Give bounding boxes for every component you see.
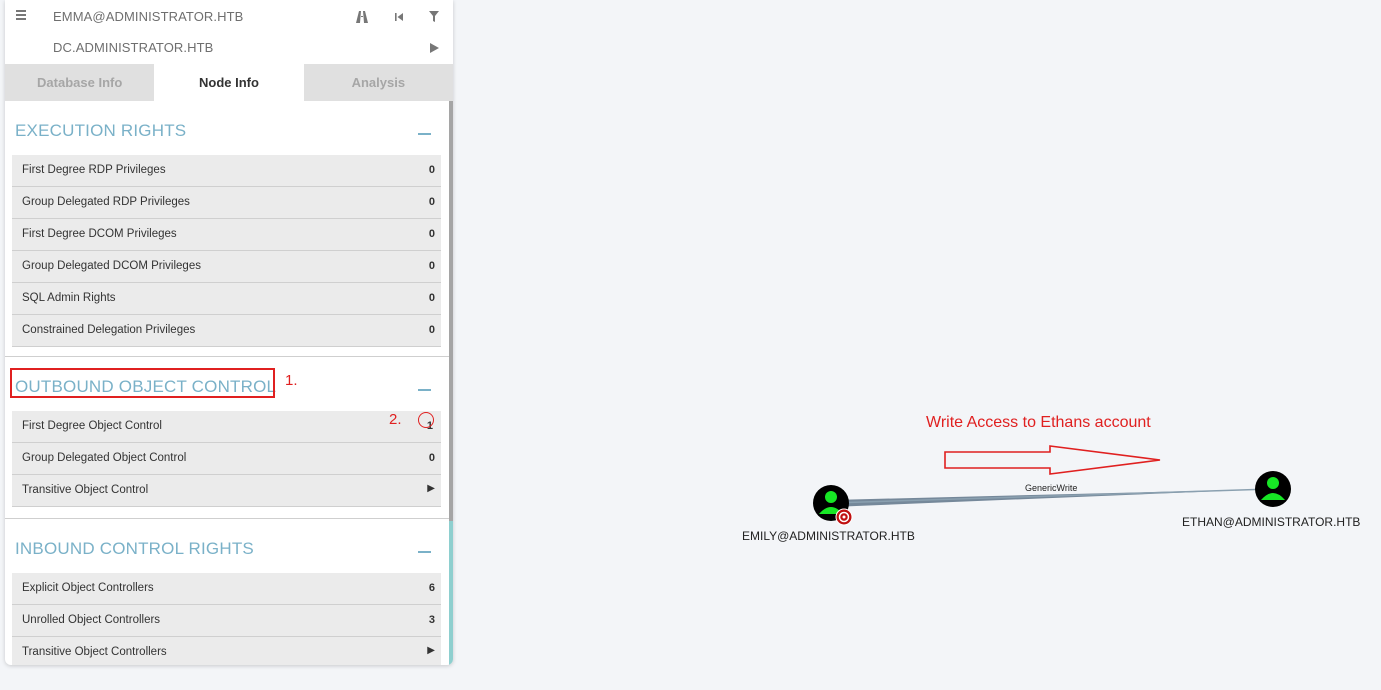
node-label-emily: EMILY@ADMINISTRATOR.HTB	[742, 529, 915, 543]
row-transitive-object-control[interactable]: Transitive Object Control ▶	[12, 475, 441, 507]
section-header-execution[interactable]: EXECUTION RIGHTS	[5, 107, 445, 155]
row-count: 6	[428, 582, 435, 594]
row-count: 3	[428, 614, 435, 626]
row-explicit-object-controllers[interactable]: Explicit Object Controllers 6	[12, 573, 441, 605]
row-constrained-delegation[interactable]: Constrained Delegation Privileges 0	[12, 315, 441, 347]
tab-node-info[interactable]: Node Info	[154, 64, 304, 101]
row-label: First Degree Object Control	[22, 420, 162, 432]
expand-arrow-icon[interactable]: ▶	[427, 483, 435, 494]
node-info-content[interactable]: EXECUTION RIGHTS First Degree RDP Privil…	[5, 101, 453, 665]
row-group-delegated-rdp[interactable]: Group Delegated RDP Privileges 0	[12, 187, 441, 219]
annotation-highlight-box	[10, 368, 275, 398]
tab-analysis[interactable]: Analysis	[303, 64, 453, 101]
edge-label: GenericWrite	[1025, 483, 1078, 493]
row-count: 0	[428, 260, 435, 272]
section-inbound-control-rights: INBOUND CONTROL RIGHTS Explicit Object C…	[5, 525, 445, 665]
row-unrolled-object-controllers[interactable]: Unrolled Object Controllers 3	[12, 605, 441, 637]
section-title: EXECUTION RIGHTS	[15, 121, 187, 140]
back-icon[interactable]	[390, 0, 408, 33]
section-divider	[5, 518, 453, 519]
menu-icon[interactable]	[16, 10, 26, 20]
target-icon	[835, 508, 853, 526]
collapse-icon[interactable]	[418, 389, 431, 391]
row-label: Group Delegated Object Control	[22, 452, 187, 464]
row-count: 0	[428, 228, 435, 240]
expand-arrow-icon[interactable]: ▶	[427, 645, 435, 656]
pathfinding-icon[interactable]	[353, 0, 371, 33]
annotation-note: Write Access to Ethans account	[926, 414, 1151, 431]
row-count: 0	[428, 164, 435, 176]
row-label: Group Delegated DCOM Privileges	[22, 260, 201, 272]
row-count: 0	[428, 452, 435, 464]
section-header-inbound[interactable]: INBOUND CONTROL RIGHTS	[5, 525, 445, 573]
section-title: INBOUND CONTROL RIGHTS	[15, 539, 254, 558]
annotation-circle	[418, 412, 434, 428]
annotation-step-1: 1.	[285, 372, 298, 389]
row-first-degree-object-control[interactable]: First Degree Object Control 1	[12, 411, 441, 443]
tab-database-info[interactable]: Database Info	[5, 64, 155, 101]
tab-bar: Database Info Node Info Analysis	[5, 64, 453, 101]
annotation-arrow	[944, 445, 1161, 475]
scrollbar-thumb[interactable]	[449, 101, 453, 521]
annotation-step-2: 2.	[389, 411, 402, 428]
row-count: 0	[428, 292, 435, 304]
row-label: Group Delegated RDP Privileges	[22, 196, 190, 208]
row-group-delegated-object-control[interactable]: Group Delegated Object Control 0	[12, 443, 441, 475]
play-icon[interactable]	[425, 31, 443, 64]
row-sql-admin[interactable]: SQL Admin Rights 0	[12, 283, 441, 315]
row-label: Unrolled Object Controllers	[22, 614, 161, 626]
node-ethan[interactable]	[1255, 471, 1291, 507]
row-label: Constrained Delegation Privileges	[22, 324, 196, 336]
row-label: First Degree RDP Privileges	[22, 164, 166, 176]
row-count: 0	[428, 196, 435, 208]
row-label: First Degree DCOM Privileges	[22, 228, 177, 240]
filter-icon[interactable]	[425, 0, 443, 33]
row-group-delegated-dcom[interactable]: Group Delegated DCOM Privileges 0	[12, 251, 441, 283]
collapse-icon[interactable]	[418, 551, 431, 553]
side-panel: EMMA@ADMINISTRATOR.HTB DC.ADMINISTRATOR.…	[5, 0, 453, 665]
node-label-ethan: ETHAN@ADMINISTRATOR.HTB	[1182, 515, 1361, 529]
section-execution-rights: EXECUTION RIGHTS First Degree RDP Privil…	[5, 107, 445, 347]
row-transitive-object-controllers[interactable]: Transitive Object Controllers ▶	[12, 637, 441, 665]
row-label: Explicit Object Controllers	[22, 582, 154, 594]
node-emily[interactable]	[813, 485, 853, 526]
start-node-row: EMMA@ADMINISTRATOR.HTB	[5, 0, 453, 33]
row-count: 0	[428, 324, 435, 336]
row-label: SQL Admin Rights	[22, 292, 116, 304]
section-divider	[5, 356, 453, 357]
start-node-input[interactable]: EMMA@ADMINISTRATOR.HTB	[53, 9, 243, 24]
row-first-degree-rdp[interactable]: First Degree RDP Privileges 0	[12, 155, 441, 187]
collapse-icon[interactable]	[418, 133, 431, 135]
row-label: Transitive Object Control	[22, 484, 149, 496]
scrollbar-lower	[449, 521, 453, 665]
row-label: Transitive Object Controllers	[22, 646, 167, 658]
end-node-row: DC.ADMINISTRATOR.HTB	[5, 31, 453, 64]
end-node-input[interactable]: DC.ADMINISTRATOR.HTB	[53, 40, 213, 55]
row-first-degree-dcom[interactable]: First Degree DCOM Privileges 0	[12, 219, 441, 251]
